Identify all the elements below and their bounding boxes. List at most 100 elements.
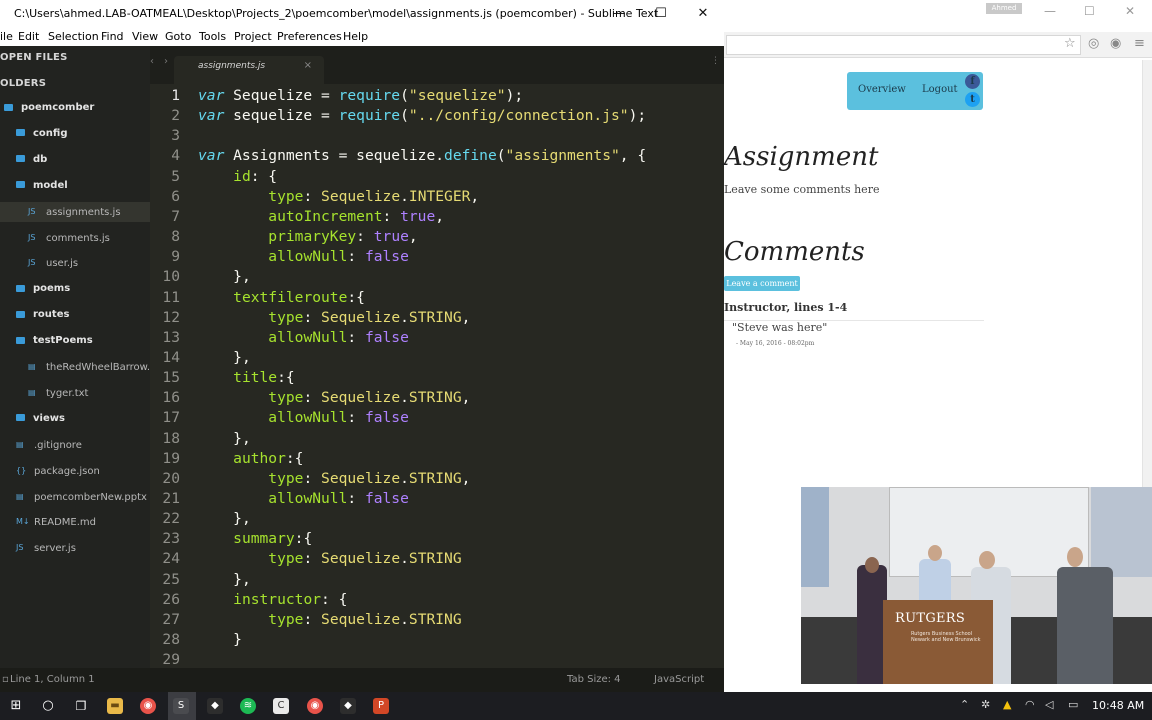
leave-comment-button[interactable]: Leave a comment <box>724 276 800 291</box>
sidebar-file-user-js[interactable]: JS user.js <box>0 253 150 273</box>
keyboard-icon[interactable]: ▭ <box>1068 698 1078 711</box>
menu-item-help[interactable]: Help <box>343 28 368 46</box>
browser-maximize-icon[interactable]: ☐ <box>1084 4 1095 18</box>
browser-close-icon[interactable]: ✕ <box>1125 4 1135 18</box>
browser-menu-icon[interactable]: ≡ <box>1134 36 1145 51</box>
menu-item-edit[interactable]: Edit <box>18 28 39 46</box>
sidebar-file-assignments-js[interactable]: JS assignments.js <box>0 201 150 222</box>
task-view-icon[interactable]: ❐ <box>73 698 89 714</box>
volume-icon[interactable]: ◁ <box>1045 698 1053 711</box>
wifi-icon[interactable]: ◠ <box>1025 698 1035 711</box>
sidebar-folder-db[interactable]: db <box>0 150 150 170</box>
code-line[interactable]: 17 allowNull: false <box>150 408 724 428</box>
code-line[interactable]: 14 }, <box>150 348 724 368</box>
spotify-icon[interactable]: ≋ <box>240 698 256 714</box>
extension-icon[interactable]: ◎ <box>1088 36 1099 51</box>
tab-nav-left-icon[interactable]: ‹ <box>150 56 154 67</box>
code-line[interactable]: 10 }, <box>150 267 724 287</box>
code-line[interactable]: 23 summary:{ <box>150 529 724 549</box>
code-line[interactable]: 3 <box>150 126 724 146</box>
menu-item-goto[interactable]: Goto <box>165 28 191 46</box>
powerpoint-icon[interactable]: P <box>373 698 389 714</box>
status-panel-icon[interactable]: ▫ <box>2 668 9 692</box>
browser-minimize-icon[interactable]: — <box>1044 4 1056 18</box>
code-line[interactable]: 5 id: { <box>150 167 724 187</box>
tray-chevron-icon[interactable]: ⌃ <box>960 698 969 711</box>
google-drive-icon[interactable]: ▲ <box>1003 698 1011 711</box>
sidebar-file-theredwheelbarrow-txt[interactable]: ▤ theRedWheelBarrow.txt <box>0 357 164 377</box>
code-line[interactable]: 29 <box>150 650 724 668</box>
menu-item-preferences[interactable]: Preferences <box>277 28 342 46</box>
code-line[interactable]: 13 allowNull: false <box>150 328 724 348</box>
sidebar-file-package-json[interactable]: {} package.json <box>0 461 150 481</box>
code-line[interactable]: 21 allowNull: false <box>150 489 724 509</box>
menu-item-view[interactable]: View <box>132 28 158 46</box>
code-line[interactable]: 15 title:{ <box>150 368 724 388</box>
tab-size[interactable]: Tab Size: 4 <box>567 668 621 692</box>
extension-icon-2[interactable]: ◉ <box>1110 36 1121 51</box>
minimize-icon[interactable]: — <box>598 0 640 28</box>
sidebar-file-server-js[interactable]: JS server.js <box>0 538 150 558</box>
code-line[interactable]: 26 instructor: { <box>150 590 724 610</box>
code-line[interactable]: 8 primaryKey: true, <box>150 227 724 247</box>
sidebar-file-comments-js[interactable]: JS comments.js <box>0 228 150 248</box>
code-line[interactable]: 7 autoIncrement: true, <box>150 207 724 227</box>
code-line[interactable]: 25 }, <box>150 570 724 590</box>
code-line[interactable]: 24 type: Sequelize.STRING <box>150 549 724 569</box>
tab-close-icon[interactable]: × <box>304 56 312 76</box>
code-line[interactable]: 4 var Assignments = sequelize.define("ass… <box>150 146 724 166</box>
code-line[interactable]: 16 type: Sequelize.STRING, <box>150 388 724 408</box>
address-bar[interactable] <box>726 35 1081 55</box>
code-line[interactable]: 27 type: Sequelize.STRING <box>150 610 724 630</box>
sidebar-folder-config[interactable]: config <box>0 124 150 144</box>
sidebar-file-poemcombernew-pptx[interactable]: ▤ poemcomberNew.pptx <box>0 487 150 507</box>
file-explorer-icon[interactable]: ▬ <box>107 698 123 714</box>
menu-item-project[interactable]: Project <box>234 28 272 46</box>
code-line[interactable]: 20 type: Sequelize.STRING, <box>150 469 724 489</box>
code-line[interactable]: 1 var Sequelize = require("sequelize"); <box>150 86 724 106</box>
twitter-icon[interactable]: t <box>965 92 980 107</box>
sidebar-file-readme-md[interactable]: M↓ README.md <box>0 512 150 532</box>
sidebar-folder-testpoems[interactable]: testPoems <box>0 331 150 351</box>
code-line[interactable]: 18 }, <box>150 429 724 449</box>
code-line[interactable]: 22 }, <box>150 509 724 529</box>
profile-badge[interactable]: Ahmed <box>986 3 1022 14</box>
tray-settings-icon[interactable]: ✲ <box>981 698 990 711</box>
code-line[interactable]: 9 allowNull: false <box>150 247 724 267</box>
sidebar-folder-routes[interactable]: routes <box>0 305 150 325</box>
sidebar-folder-model[interactable]: model <box>0 176 150 196</box>
maximize-icon[interactable]: ☐ <box>640 0 682 28</box>
code-line[interactable]: 11 textfileroute:{ <box>150 288 724 308</box>
tab-menu-icon[interactable]: ⋮ <box>711 56 720 66</box>
app-diamond-icon[interactable]: ◆ <box>207 698 223 714</box>
chrome-icon-2[interactable]: ◉ <box>307 698 323 714</box>
search-icon[interactable]: ○ <box>40 698 56 714</box>
menu-item-selection[interactable]: Selection <box>48 28 99 46</box>
sidebar-folder-views[interactable]: views <box>0 409 150 429</box>
code-line[interactable]: 28 } <box>150 630 724 650</box>
facebook-icon[interactable]: f <box>965 74 980 89</box>
sidebar-file-tyger-txt[interactable]: ▤ tyger.txt <box>0 383 150 403</box>
sidebar-folder-poems[interactable]: poems <box>0 279 150 299</box>
code-line[interactable]: 19 author:{ <box>150 449 724 469</box>
chrome-icon[interactable]: ◉ <box>140 698 156 714</box>
menu-item-find[interactable]: Find <box>101 28 124 46</box>
code-line[interactable]: 6 type: Sequelize.INTEGER, <box>150 187 724 207</box>
tab-assignments[interactable]: assignments.js × <box>174 56 324 84</box>
windows-start-icon[interactable]: ⊞ <box>8 698 24 714</box>
code-line[interactable]: 12 type: Sequelize.STRING, <box>150 308 724 328</box>
nav-logout-link[interactable]: Logout <box>922 84 958 95</box>
bookmark-star-icon[interactable]: ☆ <box>1064 36 1076 51</box>
menu-item-tools[interactable]: Tools <box>199 28 226 46</box>
close-icon[interactable]: ✕ <box>682 0 724 28</box>
code-line[interactable]: 2 var sequelize = require("../config/conn… <box>150 106 724 126</box>
menu-item-ile[interactable]: ile <box>0 28 13 46</box>
syntax-mode[interactable]: JavaScript <box>654 668 704 692</box>
clock[interactable]: 10:48 AM <box>1092 692 1144 720</box>
app-c-icon[interactable]: C <box>273 698 289 714</box>
code-editor[interactable]: 1 var Sequelize = require("sequelize"); 2 v… <box>150 84 724 668</box>
sublime-text-icon[interactable]: S <box>173 698 189 714</box>
tab-nav-right-icon[interactable]: › <box>164 56 168 67</box>
sidebar-folder-poemcomber[interactable]: poemcomber <box>0 98 150 118</box>
app-diamond-icon-2[interactable]: ◆ <box>340 698 356 714</box>
